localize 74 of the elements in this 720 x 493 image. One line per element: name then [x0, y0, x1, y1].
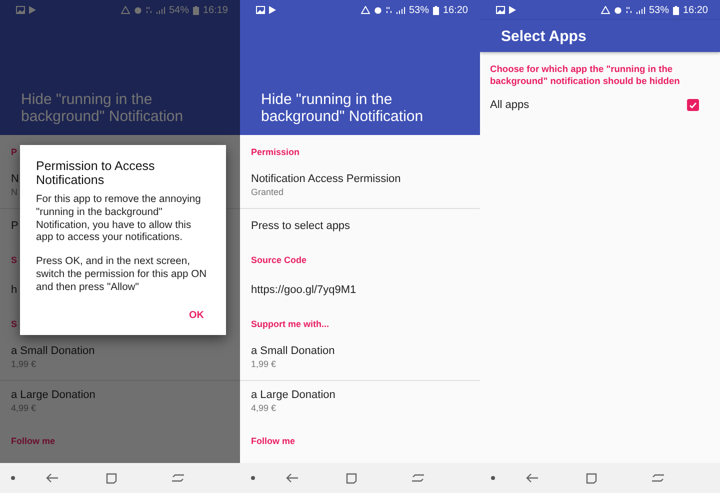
play-icon	[269, 6, 276, 14]
ok-button[interactable]: OK	[183, 306, 210, 325]
option-label: All apps	[490, 99, 530, 111]
section-title: Source Code	[251, 254, 307, 266]
instruction-text: Choose for which app the "running in the background" notification should be hidden	[489, 63, 681, 88]
alarm-icon	[614, 6, 622, 14]
preference-summary: 1,99 €	[11, 358, 36, 370]
recents-icon[interactable]	[346, 472, 356, 484]
preference-item[interactable]: a Large Donation 4,99 €	[240, 381, 480, 424]
section-title: Permission	[251, 146, 300, 158]
clock-time: 16:20	[442, 4, 468, 16]
triangle-icon	[600, 6, 610, 14]
dot-icon	[491, 476, 495, 480]
switch-icon[interactable]	[652, 473, 664, 483]
section-title: Support me with...	[251, 318, 329, 330]
back-icon[interactable]	[526, 473, 538, 483]
alarm-icon	[374, 6, 382, 14]
alarm-icon	[134, 6, 142, 14]
battery-percentage: 53%	[408, 4, 429, 16]
dialog-message: For this app to remove the annoying "running in the background" Notification, you have to allow this app to access your notifications.	[36, 194, 202, 246]
section-title: Follow me	[11, 435, 56, 447]
network-icon	[386, 6, 392, 14]
battery-icon	[672, 6, 679, 14]
switch-icon[interactable]	[172, 473, 184, 483]
preference-title: Notification Access Permission	[251, 172, 401, 186]
battery-percentage: 53%	[648, 4, 669, 16]
clock-time: 16:20	[682, 4, 708, 16]
signal-icon	[156, 6, 165, 14]
preference-summary: 1,99 €	[251, 358, 276, 370]
preference-item[interactable]: a Large Donation 4,99 €	[0, 381, 240, 424]
triangle-icon	[360, 6, 370, 14]
network-icon	[146, 6, 152, 14]
preference-title: a Large Donation	[251, 388, 336, 402]
dialog-title: Permission to Access Notifications	[36, 159, 156, 187]
preference-summary: Granted	[251, 186, 284, 198]
network-icon	[626, 6, 632, 14]
preference-title: a Small Donation	[251, 344, 335, 358]
recents-icon[interactable]	[106, 472, 116, 484]
preference-summary: 4,99 €	[11, 402, 36, 414]
preference-title: a Small Donation	[11, 344, 95, 358]
app-title: Hide "running in the background" Notification	[21, 91, 184, 125]
battery-icon	[432, 6, 439, 14]
clock-time: 16:19	[202, 4, 228, 16]
preference-item[interactable]: https://goo.gl/7yq9M1	[240, 273, 480, 307]
section-title: P	[11, 146, 18, 158]
preference-item[interactable]: Press to select apps	[240, 209, 480, 243]
signal-icon	[396, 6, 405, 14]
recents-icon[interactable]	[586, 472, 596, 484]
dot-icon	[251, 476, 255, 480]
battery-icon	[192, 6, 199, 14]
preference-summary: 4,99 €	[251, 402, 276, 414]
dot-icon	[11, 476, 15, 480]
back-icon[interactable]	[46, 473, 58, 483]
triangle-icon	[120, 6, 130, 14]
preference-title: a Large Donation	[11, 388, 96, 402]
image-icon	[16, 6, 25, 14]
back-icon[interactable]	[286, 473, 298, 483]
app-title: Hide "running in the background" Notification	[261, 91, 424, 125]
signal-icon	[636, 6, 645, 14]
dialog-message: Press OK, and in the next screen, switch the permission for this app ON and then press "Allow"	[36, 256, 208, 295]
image-icon	[256, 6, 265, 14]
battery-percentage: 54%	[168, 4, 189, 16]
section-title: S	[11, 318, 18, 330]
switch-icon[interactable]	[412, 473, 424, 483]
image-icon	[496, 6, 505, 14]
play-icon	[509, 6, 516, 14]
checkbox[interactable]	[687, 99, 699, 111]
preference-title: N	[11, 172, 19, 186]
section-title: Follow me	[251, 435, 296, 447]
section-title: S	[11, 254, 18, 266]
play-icon	[29, 6, 36, 14]
toolbar-title: Select Apps	[501, 28, 586, 44]
preference-title: https://goo.gl/7yq9M1	[251, 283, 356, 297]
preference-title: Press to select apps	[251, 219, 350, 233]
